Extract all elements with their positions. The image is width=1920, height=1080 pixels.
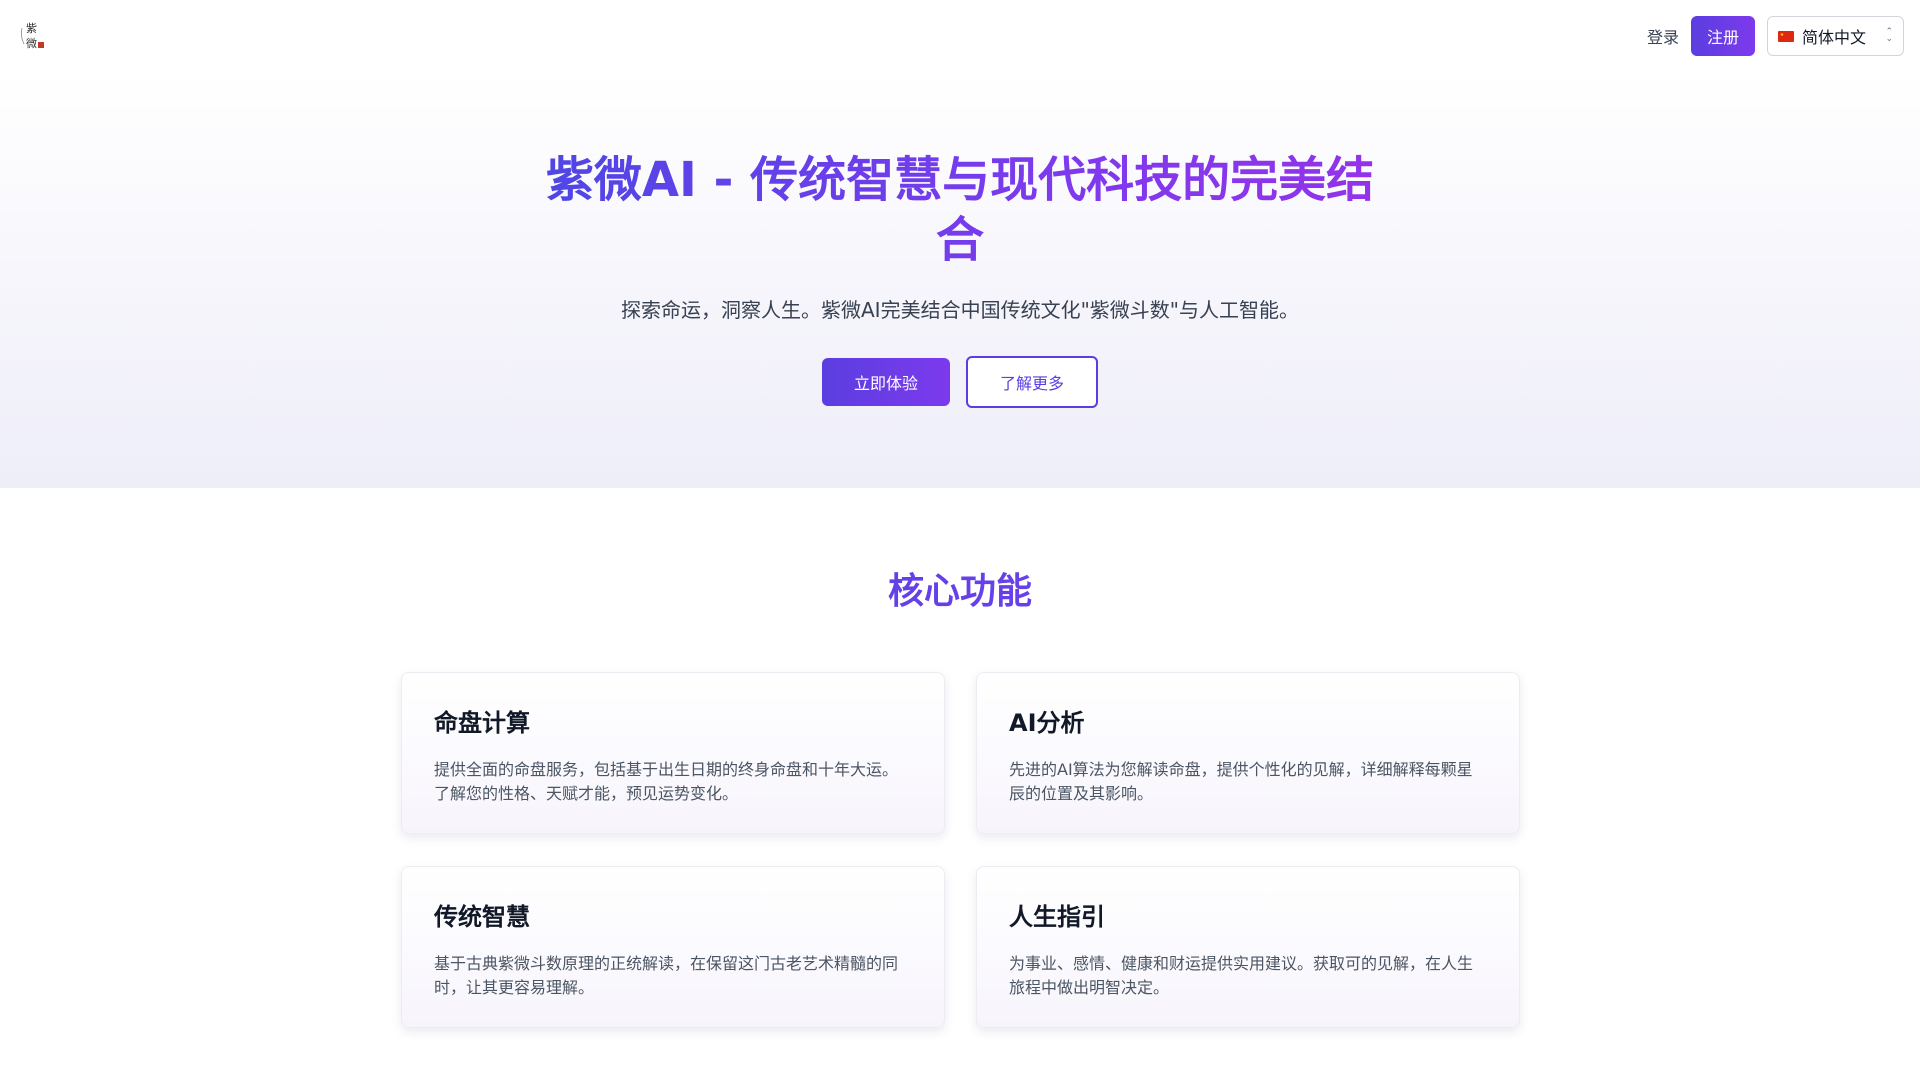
- feature-card: 人生指引 为事业、感情、健康和财运提供实用建议。获取可的见解，在人生旅程中做出明…: [976, 866, 1520, 1028]
- feature-card-title: 人生指引: [1009, 903, 1105, 931]
- register-button[interactable]: 注册: [1690, 16, 1755, 56]
- feature-card-title: 传统智慧: [434, 903, 530, 931]
- svg-text:微: 微: [26, 36, 37, 50]
- feature-card-text: 为事业、感情、健康和财运提供实用建议。获取可的见解，在人生旅程中做出明智决定。: [1009, 954, 1474, 997]
- feature-card-text: 先进的AI算法为您解读命盘，提供个性化的见解，详细解释每颗星辰的位置及其影响。: [1009, 760, 1473, 803]
- language-select[interactable]: 简体中文 ⌃ ⌄: [1767, 16, 1904, 56]
- hero-subtitle: 探索命运，洞察人生。紫微AI完美结合中国传统文化"紫微斗数"与人工智能。: [621, 298, 1299, 322]
- feature-card: 传统智慧 基于古典紫微斗数原理的正统解读，在保留这门古老艺术精髓的同时，让其更容…: [401, 866, 945, 1028]
- login-link[interactable]: 登录: [1647, 24, 1679, 48]
- site-header: 紫 微 登录 注册 简体中文 ⌃ ⌄: [0, 0, 1920, 70]
- features-title: 核心功能: [0, 562, 1920, 614]
- svg-text:紫: 紫: [26, 22, 37, 35]
- chevron-up-down-icon: ⌃ ⌄: [1885, 27, 1893, 44]
- feature-card-text: 提供全面的命盘服务，包括基于出生日期的终身命盘和十年大运。了解您的性格、天赋才能…: [434, 760, 899, 803]
- try-now-button[interactable]: 立即体验: [822, 358, 950, 406]
- hero-title: 紫微AI - 传统智慧与现代科技的完美结合: [540, 150, 1380, 270]
- feature-card-title: AI分析: [1009, 709, 1085, 737]
- learn-more-button[interactable]: 了解更多: [966, 356, 1098, 408]
- site-logo[interactable]: 紫 微: [18, 18, 54, 54]
- cn-flag-icon: [1778, 30, 1794, 42]
- logo-icon: 紫 微: [20, 22, 44, 50]
- language-selected-label: 简体中文: [1802, 28, 1867, 47]
- hero-section: 紫微AI - 传统智慧与现代科技的完美结合 探索命运，洞察人生。紫微AI完美结合…: [0, 70, 1920, 488]
- header-actions: 登录 注册 简体中文 ⌃ ⌄: [1647, 16, 1904, 56]
- feature-card: 命盘计算 提供全面的命盘服务，包括基于出生日期的终身命盘和十年大运。了解您的性格…: [401, 672, 945, 834]
- hero-buttons: 立即体验 了解更多: [0, 356, 1920, 408]
- feature-card-title: 命盘计算: [434, 709, 530, 737]
- feature-card: AI分析 先进的AI算法为您解读命盘，提供个性化的见解，详细解释每颗星辰的位置及…: [976, 672, 1520, 834]
- feature-card-text: 基于古典紫微斗数原理的正统解读，在保留这门古老艺术精髓的同时，让其更容易理解。: [434, 954, 899, 997]
